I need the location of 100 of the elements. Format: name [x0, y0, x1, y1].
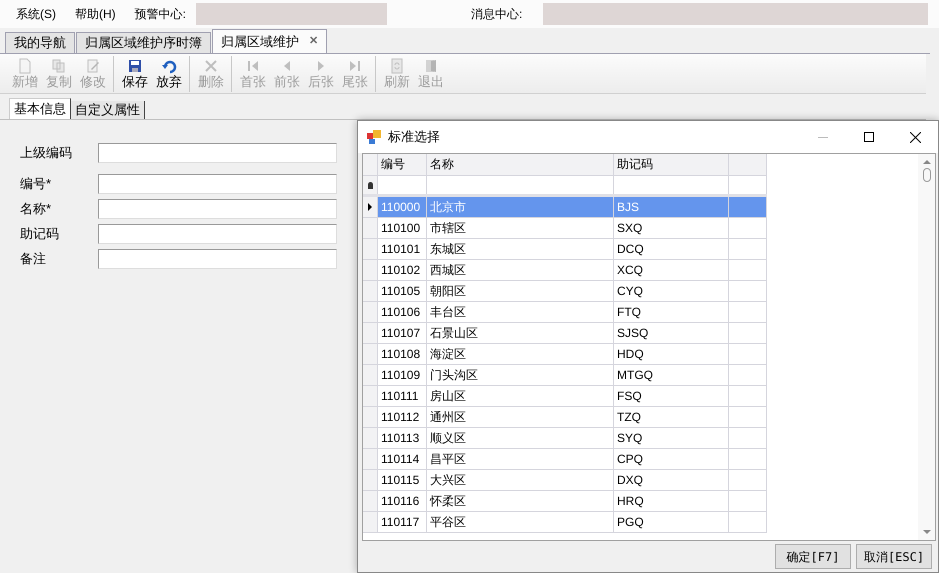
- menu-item[interactable]: 帮助(H): [75, 5, 116, 23]
- table-cell: MTGQ: [614, 365, 729, 386]
- input-field[interactable]: [98, 224, 337, 244]
- table-row[interactable]: 110109 门头沟区 MTGQ: [363, 365, 767, 386]
- table-cell: 怀柔区: [427, 491, 614, 512]
- table-cell: 丰台区: [427, 302, 614, 323]
- table-cell: 110107: [378, 323, 427, 344]
- table-cell: 110113: [378, 428, 427, 449]
- table-cell: 110109: [378, 365, 427, 386]
- table-cell: HDQ: [614, 344, 729, 365]
- copy-icon: [51, 58, 67, 74]
- table-row[interactable]: 110111 房山区 FSQ: [363, 386, 767, 407]
- dialog-button[interactable]: 取消[ESC]: [856, 544, 932, 569]
- table-row[interactable]: 110100 市辖区 SXQ: [363, 218, 767, 239]
- alert-center-label: 预警中心:: [134, 6, 186, 23]
- table-cell: HRQ: [614, 491, 729, 512]
- table-cell: CYQ: [614, 281, 729, 302]
- table-cell: TZQ: [614, 407, 729, 428]
- table-cell: 110101: [378, 239, 427, 260]
- scrollbar[interactable]: [918, 154, 935, 540]
- table-cell: DCQ: [614, 239, 729, 260]
- column-header[interactable]: 编号: [378, 154, 427, 176]
- table-cell: XCQ: [614, 260, 729, 281]
- table-row[interactable]: 110101 东城区 DCQ: [363, 239, 767, 260]
- edit-icon: [85, 58, 101, 74]
- input-field[interactable]: [98, 143, 337, 163]
- table-cell: 110111: [378, 386, 427, 407]
- tab[interactable]: 归属区域维护 ✕: [212, 29, 327, 53]
- sub-tab[interactable]: 自定义属性: [71, 101, 145, 119]
- field-label: 名称*: [20, 200, 52, 218]
- page-icon: [17, 58, 33, 74]
- column-header[interactable]: 名称: [427, 154, 614, 176]
- dialog-title: 标准选择: [388, 128, 440, 146]
- table-cell: PGQ: [614, 512, 729, 533]
- message-center-label: 消息中心:: [471, 6, 524, 23]
- table-cell: 顺义区: [427, 428, 614, 449]
- refresh-icon: [389, 58, 405, 74]
- table-cell: SYQ: [614, 428, 729, 449]
- table-row[interactable]: 110102 西城区 XCQ: [363, 260, 767, 281]
- sub-tab[interactable]: 基本信息: [9, 98, 71, 119]
- table-row[interactable]: 110115 大兴区 DXQ: [363, 470, 767, 491]
- input-field[interactable]: [98, 174, 337, 194]
- column-header[interactable]: 助记码: [614, 154, 729, 176]
- table-row[interactable]: 110114 昌平区 CPQ: [363, 449, 767, 470]
- table-row[interactable]: 110106 丰台区 FTQ: [363, 302, 767, 323]
- table-cell: 110100: [378, 218, 427, 239]
- table-cell: 东城区: [427, 239, 614, 260]
- table-cell: 房山区: [427, 386, 614, 407]
- close-icon[interactable]: ✕: [309, 33, 318, 50]
- table-cell: DXQ: [614, 470, 729, 491]
- table-cell: 门头沟区: [427, 365, 614, 386]
- table-row[interactable]: 110117 平谷区 PGQ: [363, 512, 767, 533]
- table-cell: SXQ: [614, 218, 729, 239]
- table-cell: 平谷区: [427, 512, 614, 533]
- current-row-icon: [368, 203, 372, 211]
- table-cell: 110112: [378, 407, 427, 428]
- table-row[interactable]: 110113 顺义区 SYQ: [363, 428, 767, 449]
- table-cell: SJSQ: [614, 323, 729, 344]
- table-cell: BJS: [614, 197, 729, 218]
- table-cell: 110108: [378, 344, 427, 365]
- table-cell: 110116: [378, 491, 427, 512]
- exit-icon: [423, 58, 439, 74]
- table-row[interactable]: 110108 海淀区 HDQ: [363, 344, 767, 365]
- field-label: 备注: [20, 250, 47, 268]
- table-cell: FSQ: [614, 386, 729, 407]
- table-cell: 昌平区: [427, 449, 614, 470]
- close-icon[interactable]: [910, 132, 920, 142]
- input-field[interactable]: [98, 249, 337, 269]
- table-cell: 大兴区: [427, 470, 614, 491]
- table-cell: 市辖区: [427, 218, 614, 239]
- dialog-button[interactable]: 确定[F7]: [775, 544, 851, 569]
- pin-icon: [368, 182, 372, 188]
- table-row[interactable]: 110105 朝阳区 CYQ: [363, 281, 767, 302]
- table-cell: 110117: [378, 512, 427, 533]
- tab[interactable]: 我的导航: [5, 32, 75, 53]
- maximize-icon[interactable]: [864, 132, 874, 142]
- table-cell: 110115: [378, 470, 427, 491]
- table-row[interactable]: 110107 石景山区 SJSQ: [363, 323, 767, 344]
- app-icon: [366, 129, 382, 145]
- table-cell: CPQ: [614, 449, 729, 470]
- field-label: 助记码: [20, 225, 60, 244]
- field-label: 编号*: [20, 175, 52, 194]
- menu-item[interactable]: 系统(S): [16, 5, 56, 23]
- table-row[interactable]: 110112 通州区 TZQ: [363, 407, 767, 428]
- field-label: 上级编码: [20, 144, 73, 162]
- table-row[interactable]: 110116 怀柔区 HRQ: [363, 491, 767, 512]
- table-cell: 西城区: [427, 260, 614, 281]
- input-field[interactable]: [98, 199, 337, 219]
- table-cell: 通州区: [427, 407, 614, 428]
- toolbar-button[interactable]: 放弃: [152, 56, 190, 92]
- delete-icon: [203, 58, 219, 74]
- table-cell: 110000: [378, 197, 427, 218]
- tab[interactable]: 归属区域维护序时簿: [76, 32, 211, 53]
- minimize-icon[interactable]: [818, 136, 828, 138]
- table-cell: 110102: [378, 260, 427, 281]
- toolbar-button[interactable]: 保存: [118, 56, 152, 92]
- save-icon: [127, 58, 143, 74]
- table-cell: 110106: [378, 302, 427, 323]
- table-cell: FTQ: [614, 302, 729, 323]
- table-cell: 朝阳区: [427, 281, 614, 302]
